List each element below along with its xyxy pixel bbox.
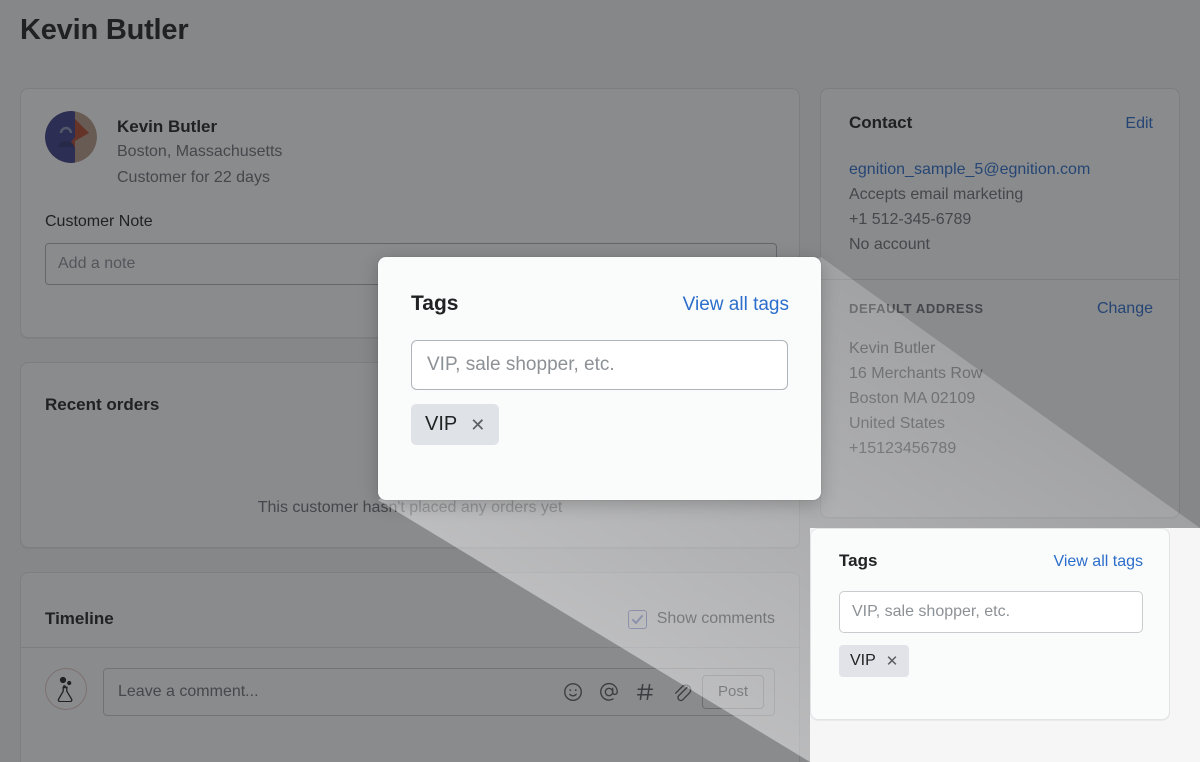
contact-title: Contact <box>849 113 913 132</box>
attachment-paperclip-icon[interactable] <box>670 681 692 703</box>
default-address-label: DEFAULT ADDRESS <box>849 301 984 316</box>
tags-title: Tags <box>839 551 878 570</box>
customer-name: Kevin Butler <box>117 117 218 136</box>
comment-input-box[interactable]: Leave a comment... Post <box>103 668 775 716</box>
emoji-smiley-icon[interactable] <box>562 681 584 703</box>
address-line: United States <box>849 415 946 432</box>
comment-toolbar <box>562 681 702 703</box>
show-comments-toggle[interactable]: Show comments <box>627 609 775 629</box>
show-comments-label: Show comments <box>656 610 775 627</box>
contact-details: egnition_sample_5@egnition.com Accepts e… <box>821 133 1179 257</box>
zoom-popup-view-all-tags-link[interactable]: View all tags <box>683 294 789 316</box>
mention-at-icon[interactable] <box>598 681 620 703</box>
timeline-card: Timeline Show comments Leave a comment..… <box>20 572 800 762</box>
zoom-popup-tags-input[interactable] <box>411 340 788 390</box>
address-line: 16 Merchants Row <box>849 365 983 382</box>
default-address-header: DEFAULT ADDRESS Change <box>821 280 1179 318</box>
show-comments-checkbox[interactable] <box>627 609 647 629</box>
address-line: Boston MA 02109 <box>849 390 976 407</box>
tags-card-highlighted: Tags View all tags VIP ✕ <box>810 528 1170 720</box>
tags-zoom-popup: Tags View all tags VIP ✕ <box>378 257 821 500</box>
customer-header: Kevin Butler Boston, Massachusetts Custo… <box>21 89 799 191</box>
comment-composer-row: Leave a comment... Post <box>21 648 799 716</box>
default-address-block: Kevin Butler 16 Merchants Row Boston MA … <box>821 318 1179 461</box>
contact-marketing-status: Accepts email marketing <box>849 186 1024 203</box>
view-all-tags-link[interactable]: View all tags <box>1053 553 1143 571</box>
page-title: Kevin Butler <box>20 14 189 46</box>
tag-chip[interactable]: VIP ✕ <box>839 645 910 677</box>
change-address-link[interactable]: Change <box>1097 300 1153 318</box>
hashtag-icon[interactable] <box>634 681 656 703</box>
contact-card: Contact Edit egnition_sample_5@egnition.… <box>820 88 1180 518</box>
tags-chip-list: VIP ✕ <box>811 633 1169 677</box>
contact-email-link[interactable]: egnition_sample_5@egnition.com <box>849 157 1151 182</box>
contact-account-status: No account <box>849 236 930 253</box>
contact-header: Contact Edit <box>821 89 1179 133</box>
customer-avatar <box>45 111 97 163</box>
customer-tenure: Customer for 22 days <box>117 169 270 186</box>
close-x-icon[interactable]: ✕ <box>886 654 899 669</box>
zoom-popup-tag-chip-label: VIP <box>425 413 458 435</box>
contact-phone: +1 512-345-6789 <box>849 211 972 228</box>
comment-placeholder: Leave a comment... <box>118 683 259 700</box>
contact-edit-link[interactable]: Edit <box>1125 115 1153 133</box>
zoom-popup-title: Tags <box>411 292 459 315</box>
customer-location: Boston, Massachusetts <box>117 143 283 160</box>
tags-input[interactable] <box>839 591 1143 633</box>
address-line: Kevin Butler <box>849 340 936 357</box>
tag-chip-label: VIP <box>850 652 876 669</box>
spotlight-region: Tags View all tags VIP ✕ <box>810 528 1200 762</box>
tags-header: Tags View all tags <box>811 529 1169 571</box>
zoom-popup-chip-list: VIP ✕ <box>378 390 821 445</box>
screenshot-stage: Kevin Butler Kevin Butler Boston, Massac… <box>0 0 1200 762</box>
post-comment-button[interactable]: Post <box>701 675 764 709</box>
zoom-popup-tag-chip[interactable]: VIP ✕ <box>411 404 500 445</box>
recent-orders-empty-state: This customer hasn't placed any orders y… <box>257 499 563 516</box>
timeline-flask-avatar <box>45 668 87 710</box>
customer-meta: Kevin Butler Boston, Massachusetts Custo… <box>117 111 282 191</box>
timeline-title: Timeline <box>45 609 114 628</box>
close-x-icon[interactable]: ✕ <box>470 416 485 434</box>
customer-note-label: Customer Note <box>45 213 153 230</box>
address-line: +15123456789 <box>849 440 957 457</box>
timeline-header: Timeline Show comments <box>21 573 799 629</box>
zoom-popup-header: Tags View all tags <box>378 257 821 316</box>
